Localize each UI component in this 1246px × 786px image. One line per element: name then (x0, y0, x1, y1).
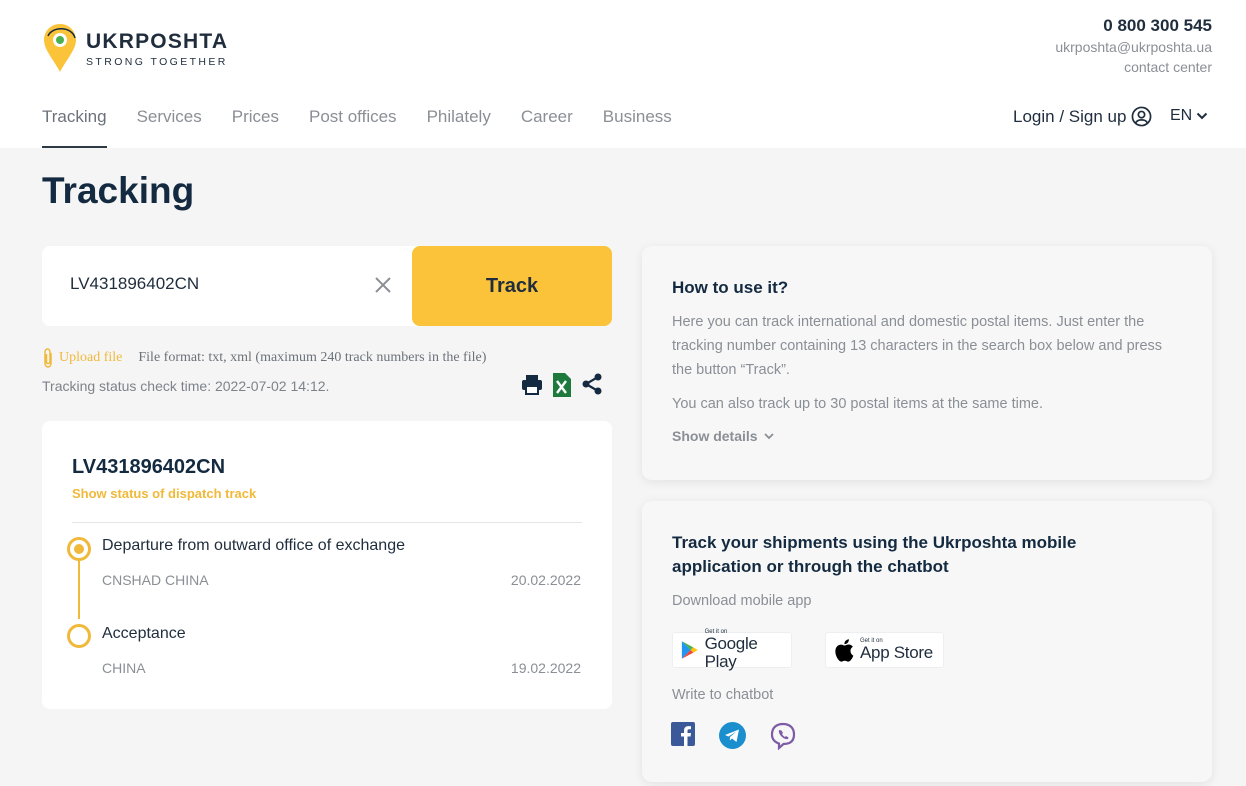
site-header: UKRPOSHTA STRONG TOGETHER 0 800 300 545 … (0, 0, 1246, 148)
nav-item-philately[interactable]: Philately (427, 107, 491, 148)
paperclip-icon (44, 348, 52, 368)
viber-icon[interactable] (769, 722, 797, 750)
app-card-title: Track your shipments using the Ukrposhta… (672, 533, 1077, 576)
login-link[interactable]: Login / Sign up (1013, 106, 1152, 127)
how-to-card: How to use it? Here you can track intern… (642, 246, 1212, 480)
upload-row: Upload file File format: txt, xml (maxim… (42, 348, 486, 368)
print-icon[interactable] (521, 373, 543, 395)
user-icon (1131, 106, 1152, 127)
track-button[interactable]: Track (412, 246, 612, 326)
contact-block: 0 800 300 545 ukrposhta@ukrposhta.ua con… (1055, 16, 1212, 75)
logo-pin-icon (44, 24, 76, 72)
event-date: 20.02.2022 (510, 572, 581, 588)
nav-item-career[interactable]: Career (521, 107, 573, 148)
facebook-icon[interactable] (671, 722, 695, 746)
result-actions (521, 373, 613, 397)
language-selector[interactable]: EN (1170, 107, 1208, 125)
tracking-number-input[interactable] (70, 274, 370, 294)
search-box (42, 246, 422, 326)
chevron-down-icon (763, 432, 774, 439)
timeline-dot (67, 624, 91, 648)
nav-item-services[interactable]: Services (137, 107, 202, 148)
show-details-toggle[interactable]: Show details (672, 428, 774, 444)
contact-email[interactable]: ukrposhta@ukrposhta.ua (1055, 39, 1212, 55)
event-place: CHINA (102, 660, 146, 676)
chatbot-label: Write to chatbot (672, 687, 774, 703)
phone-number[interactable]: 0 800 300 545 (1055, 16, 1212, 36)
share-icon[interactable] (581, 373, 603, 395)
excel-icon[interactable] (553, 373, 571, 397)
mobile-app-card: Track your shipments using the Ukrposhta… (642, 501, 1212, 782)
result-tracking-number: LV431896402CN (72, 456, 226, 478)
telegram-icon[interactable] (719, 722, 746, 749)
how-to-text-multi: You can also track up to 30 postal items… (672, 396, 1044, 412)
timeline-dot-current (67, 537, 91, 561)
brand-tagline: STRONG TOGETHER (86, 56, 228, 68)
tracking-search: Track (42, 246, 612, 326)
tracking-result-card: LV431896402CN Show status of dispatch tr… (42, 421, 612, 709)
event-date: 19.02.2022 (510, 660, 581, 676)
timeline-line (78, 561, 80, 619)
app-store-label: App Store (860, 643, 933, 662)
how-to-title: How to use it? (672, 278, 789, 297)
nav-item-tracking[interactable]: Tracking (42, 107, 107, 148)
google-play-button[interactable]: Get it on Google Play (672, 629, 792, 671)
nav-item-post-offices[interactable]: Post offices (309, 107, 397, 148)
logo[interactable]: UKRPOSHTA STRONG TOGETHER (42, 22, 228, 74)
download-app-label: Download mobile app (672, 593, 812, 609)
page-title: Tracking (42, 170, 195, 211)
show-details-label: Show details (672, 428, 758, 444)
main-nav: Tracking Services Prices Post offices Ph… (42, 107, 702, 148)
chevron-down-icon (1197, 112, 1208, 120)
event-place: CNSHAD CHINA (102, 572, 209, 588)
nav-item-business[interactable]: Business (603, 107, 672, 148)
brand-name: UKRPOSHTA (86, 30, 229, 53)
google-play-icon (681, 641, 698, 659)
login-label: Login / Sign up (1013, 106, 1127, 126)
apple-icon (835, 639, 854, 662)
dispatch-status-link[interactable]: Show status of dispatch track (72, 486, 256, 501)
event-title: Departure from outward office of exchang… (102, 537, 405, 554)
upload-file-link[interactable]: Upload file (59, 350, 122, 366)
check-time-text: Tracking status check time: 2022-07-02 1… (42, 378, 330, 394)
file-format-note: File format: txt, xml (maximum 240 track… (138, 350, 487, 365)
divider (72, 522, 582, 523)
how-to-text: Here you can track international and dom… (672, 314, 1163, 378)
event-title: Acceptance (102, 625, 186, 642)
contact-center-label: contact center (1124, 59, 1212, 75)
app-store-button[interactable]: Get it on App Store (825, 632, 944, 668)
nav-item-prices[interactable]: Prices (232, 107, 279, 148)
close-icon[interactable] (374, 276, 392, 294)
google-play-label: Google Play (704, 634, 758, 671)
language-label: EN (1170, 107, 1193, 124)
